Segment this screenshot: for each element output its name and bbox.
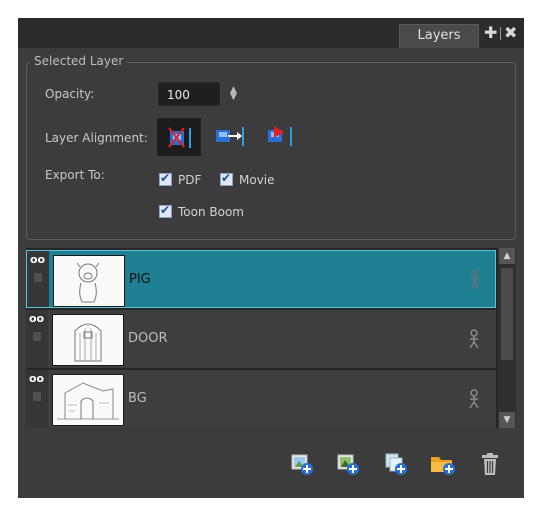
- layer-row[interactable]: oo DOOR: [26, 310, 496, 368]
- selected-layer-title: Selected Layer: [30, 53, 128, 69]
- layer-thumbnail: [52, 314, 124, 366]
- align-inline-button[interactable]: [157, 118, 201, 156]
- opacity-spinner[interactable]: ▲ ▼: [230, 86, 237, 102]
- lock-icon[interactable]: [33, 332, 41, 341]
- rig-icon[interactable]: [468, 269, 482, 291]
- export-pdf-label: PDF: [178, 173, 202, 187]
- layer-row[interactable]: oo BG: [26, 370, 496, 428]
- scroll-down-button[interactable]: ▼: [499, 412, 515, 428]
- tab-layers[interactable]: Layers: [399, 24, 479, 48]
- background-drawing-icon: [57, 382, 119, 420]
- export-toonboom-checkbox[interactable]: [159, 203, 172, 218]
- lock-icon[interactable]: [34, 273, 42, 282]
- align-right-button[interactable]: [258, 118, 302, 156]
- export-label: Export To:: [45, 168, 105, 182]
- plus-icon[interactable]: ✚: [484, 24, 497, 42]
- layer-scrollbar[interactable]: ▲ ▼: [498, 248, 516, 428]
- trash-icon[interactable]: [479, 452, 501, 476]
- layer-thumbnail: [52, 374, 124, 426]
- align-left-icon: [216, 127, 244, 146]
- align-left-button[interactable]: [206, 118, 250, 156]
- title-separator: [500, 27, 501, 40]
- export-movie-checkbox[interactable]: [220, 171, 233, 186]
- panel-title-bar: Layers ✚ ✖: [18, 18, 524, 48]
- rig-icon[interactable]: [467, 328, 481, 350]
- door-drawing-icon: [74, 323, 102, 362]
- scroll-thumb[interactable]: [501, 268, 513, 360]
- export-movie-label: Movie: [239, 173, 275, 187]
- new-folder-icon[interactable]: [430, 452, 456, 476]
- export-pdf-checkbox[interactable]: [159, 171, 172, 186]
- lock-icon[interactable]: [33, 392, 41, 401]
- visibility-eye-icon[interactable]: oo: [30, 254, 45, 265]
- add-layer-alt-icon[interactable]: [336, 452, 360, 476]
- visibility-eye-icon[interactable]: oo: [29, 373, 44, 384]
- pig-drawing-icon: [76, 262, 100, 303]
- layer-row[interactable]: oo PIG: [26, 250, 496, 308]
- rig-icon[interactable]: [467, 388, 481, 410]
- layer-name: BG: [128, 391, 147, 406]
- align-inline-icon: [168, 127, 191, 148]
- layers-panel: Layers ✚ ✖ Selected Layer Opacity: 100 ▲…: [18, 18, 524, 498]
- layer-name: DOOR: [128, 331, 168, 346]
- layer-list: oo PIG oo DOOR oo BG ▲ ▼: [26, 248, 516, 428]
- add-layer-icon[interactable]: [290, 452, 314, 476]
- opacity-label: Opacity:: [45, 87, 95, 101]
- export-toonboom-label: Toon Boom: [178, 205, 244, 219]
- alignment-label: Layer Alignment:: [45, 131, 148, 145]
- duplicate-layer-icon[interactable]: [384, 452, 408, 476]
- opacity-field[interactable]: 100: [158, 82, 220, 106]
- close-icon[interactable]: ✖: [504, 24, 517, 42]
- layer-thumbnail: [53, 255, 125, 307]
- layer-name: PIG: [129, 272, 151, 287]
- scroll-up-button[interactable]: ▲: [499, 248, 515, 264]
- visibility-eye-icon[interactable]: oo: [29, 313, 44, 324]
- align-right-icon: [268, 126, 292, 146]
